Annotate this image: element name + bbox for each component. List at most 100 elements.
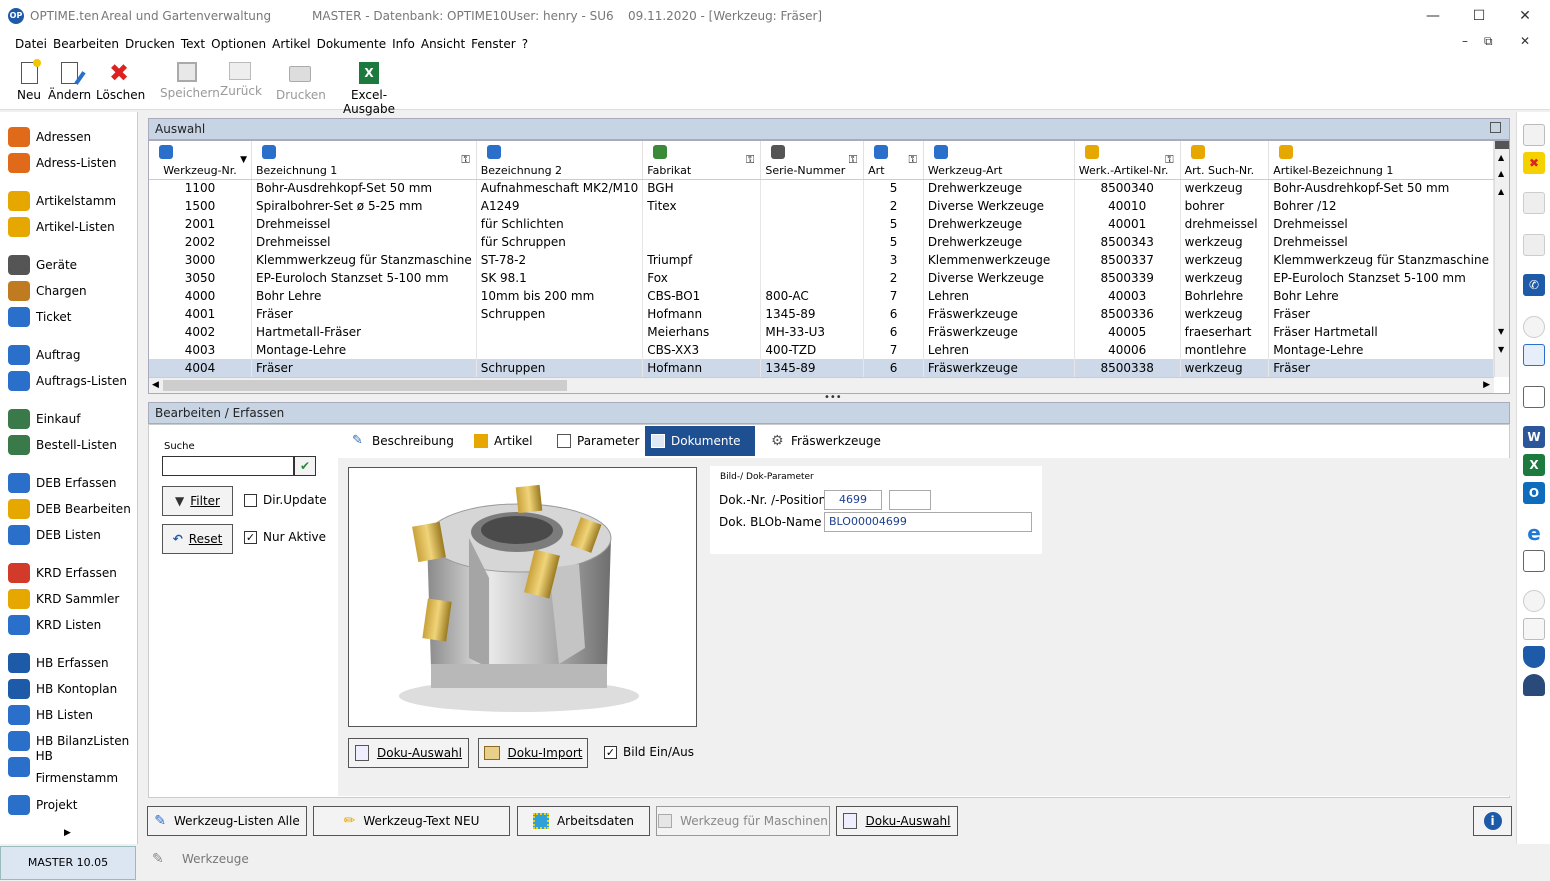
sort-desc-icon[interactable]: ▼ [240, 155, 247, 165]
sidebar-item-geräte[interactable]: Geräte [8, 254, 77, 276]
sidebar-item-hb-listen[interactable]: HB Listen [8, 704, 93, 726]
sidebar-item-deb-bearbeiten[interactable]: DEB Bearbeiten [8, 498, 131, 520]
word-icon[interactable]: W [1523, 426, 1545, 448]
sidebar-item-krd-listen[interactable]: KRD Listen [8, 614, 101, 636]
sidebar-item-bestell-listen[interactable]: Bestell-Listen [8, 434, 117, 456]
clock-icon[interactable] [1523, 316, 1545, 338]
scroll-left-icon[interactable]: ◀ [152, 380, 159, 390]
dok-position-input[interactable] [889, 490, 931, 510]
sidebar-item-artikelstamm[interactable]: Artikelstamm [8, 190, 116, 212]
menu-datei[interactable]: Datei [12, 32, 50, 56]
column-header[interactable]: Artikel-Bezeichnung 1 [1268, 141, 1494, 180]
mdi-restore-icon[interactable]: ⧉ [1484, 34, 1493, 49]
outlook-icon[interactable]: O [1523, 482, 1545, 504]
scroll-right-icon[interactable]: ▶ [1483, 380, 1490, 390]
filter-button[interactable]: ▼ Filter [162, 486, 233, 516]
horizontal-scrollbar[interactable]: ◀ ▶ [149, 377, 1494, 393]
doku-auswahl-button[interactable]: Doku-Auswahl [348, 738, 469, 768]
sidebar-item-hb-kontoplan[interactable]: HB Kontoplan [8, 678, 117, 700]
bild-checkbox[interactable]: ✓ [604, 746, 617, 759]
sidebar-item-adressen[interactable]: Adressen [8, 126, 91, 148]
sidebar-item-auftrags-listen[interactable]: Auftrags-Listen [8, 370, 127, 392]
mdi-minimize-icon[interactable]: – [1462, 34, 1468, 48]
calendar-icon[interactable] [1523, 344, 1545, 366]
tab-artikel[interactable]: Artikel [468, 426, 542, 456]
werkzeug-text-neu-button[interactable]: ✏ Werkzeug-Text NEU [313, 806, 510, 836]
sidebar-item-hb-firmenstamm[interactable]: HB Firmenstamm [8, 749, 137, 785]
table-row[interactable]: 3000 Klemmwerkzeug für Stanzmaschine ST-78… [149, 251, 1494, 269]
mdi-close-icon[interactable]: ✕ [1520, 34, 1530, 48]
tab-fraeswerkzeuge[interactable]: ⚙ Fräswerkzeuge [765, 426, 891, 456]
scroll-top-icon[interactable]: ▲ [1498, 153, 1504, 162]
document-list-icon[interactable] [1523, 386, 1545, 408]
excel-export-button[interactable]: X Excel-Ausgabe [328, 62, 410, 116]
werkzeug-maschinen-button[interactable]: Werkzeug für Maschinen [656, 806, 830, 836]
doku-auswahl-bottom-button[interactable]: Doku-Auswahl [836, 806, 958, 836]
dir-update-checkbox[interactable] [244, 494, 257, 507]
table-row[interactable]: 4004 Fräser Schruppen Hofmann 1345-89 6 Fräswe… [149, 359, 1494, 377]
menu-bearbeiten[interactable]: Bearbeiten [50, 32, 122, 56]
column-header[interactable]: Werkzeug-Art [923, 141, 1075, 180]
column-header[interactable]: Bezeichnung 2 [476, 141, 644, 180]
column-header[interactable]: Art. Such-Nr. [1180, 141, 1270, 180]
scroll-up-icon[interactable]: ▲ [1498, 169, 1504, 178]
table-row[interactable]: 4002 Hartmetall-Fräser Meierhans MH-33-U3 6 F… [149, 323, 1494, 341]
sidebar-item-deb-listen[interactable]: DEB Listen [8, 524, 101, 546]
menu-fenster[interactable]: Fenster [468, 32, 519, 56]
menu-dokumente[interactable]: Dokumente [314, 32, 390, 56]
menu-text[interactable]: Text [178, 32, 208, 56]
sidebar-item-auftrag[interactable]: Auftrag [8, 344, 80, 366]
minimize-button[interactable]: — [1410, 6, 1456, 28]
tab-parameter[interactable]: Parameter [551, 426, 649, 456]
table-row[interactable]: 1500 Spiralbohrer-Set ø 5-25 mm A1249 Titex… [149, 197, 1494, 215]
user-support-icon[interactable] [1523, 674, 1545, 696]
sidebar-item-ticket[interactable]: Ticket [8, 306, 72, 328]
sidebar-item-hb-erfassen[interactable]: HB Erfassen [8, 652, 109, 674]
scroll-thumb[interactable] [1495, 141, 1509, 149]
menu-ansicht[interactable]: Ansicht [418, 32, 468, 56]
menu-info[interactable]: Info [389, 32, 418, 56]
table-row[interactable]: 4000 Bohr Lehre 10mm bis 200 mm CBS-BO1 800-… [149, 287, 1494, 305]
column-header[interactable]: Werk.-Artikel-Nr. ⚿ [1074, 141, 1181, 180]
new-button[interactable]: Neu [16, 59, 42, 102]
reset-button[interactable]: ↶ Reset [162, 524, 233, 554]
table-row[interactable]: 2002 Drehmeissel für Schruppen 5 Drehwerkzeu… [149, 233, 1494, 251]
sidebar-item-artikel-listen[interactable]: Artikel-Listen [8, 216, 115, 238]
phone-icon[interactable]: ✆ [1523, 274, 1545, 296]
sidebar-item-krd-erfassen[interactable]: KRD Erfassen [8, 562, 117, 584]
save-button[interactable]: Speichern [160, 62, 220, 100]
notes-icon[interactable] [1523, 234, 1545, 256]
werkzeug-listen-alle-button[interactable]: ✎ Werkzeug-Listen Alle [147, 806, 307, 836]
sidebar-item-projekt[interactable]: Projekt [8, 794, 77, 816]
table-row[interactable]: 1100 Bohr-Ausdrehkopf-Set 50 mm Aufnahmesc… [149, 179, 1494, 197]
arbeitsdaten-button[interactable]: Arbeitsdaten [517, 806, 650, 836]
sidebar-item-krd-sammler[interactable]: KRD Sammler [8, 588, 119, 610]
table-row[interactable]: 4001 Fräser Schruppen Hofmann 1345-89 6 Fräswe… [149, 305, 1494, 323]
tab-dokumente[interactable]: Dokumente [645, 426, 755, 456]
calculator-icon[interactable] [1523, 192, 1545, 214]
exit-icon[interactable]: ✖ [1523, 152, 1545, 174]
sidebar-item-einkauf[interactable]: Einkauf [8, 408, 80, 430]
tab-beschreibung[interactable]: ✎ Beschreibung [346, 426, 464, 456]
sidebar-item-adress-listen[interactable]: Adress-Listen [8, 152, 116, 174]
print-button[interactable]: Drucken [276, 62, 326, 102]
menu-help[interactable]: ? [519, 32, 531, 56]
sidebar-item-deb-erfassen[interactable]: DEB Erfassen [8, 472, 116, 494]
nur-aktive-checkbox[interactable]: ✓ [244, 531, 257, 544]
column-header[interactable]: Art ⚿ [863, 141, 924, 180]
sidebar-item-chargen[interactable]: Chargen [8, 280, 87, 302]
column-header[interactable]: Bezeichnung 1 ⚿ [251, 141, 477, 180]
scroll-down-icon[interactable]: ▼ [1498, 327, 1504, 336]
excel-side-icon[interactable]: X [1523, 454, 1545, 476]
close-button[interactable]: ✕ [1502, 6, 1548, 28]
menu-artikel[interactable]: Artikel [269, 32, 313, 56]
search-input[interactable] [162, 456, 294, 476]
delete-button[interactable]: ✖ Löschen [96, 61, 145, 102]
menu-optionen[interactable]: Optionen [208, 32, 269, 56]
back-button[interactable]: Zurück [220, 62, 262, 98]
panel-maximize-icon[interactable] [1490, 122, 1501, 133]
werkzeug-grid[interactable]: Werkzeug-Nr. ▼ Bezeichnung 1 ⚿ Bezeichnung 2… [148, 140, 1510, 394]
copy-icon[interactable] [1523, 618, 1545, 640]
table-row[interactable]: 3050 EP-Euroloch Stanzset 5-100 mm SK 98.1… [149, 269, 1494, 287]
column-header[interactable]: Werkzeug-Nr. ▼ [149, 141, 252, 180]
